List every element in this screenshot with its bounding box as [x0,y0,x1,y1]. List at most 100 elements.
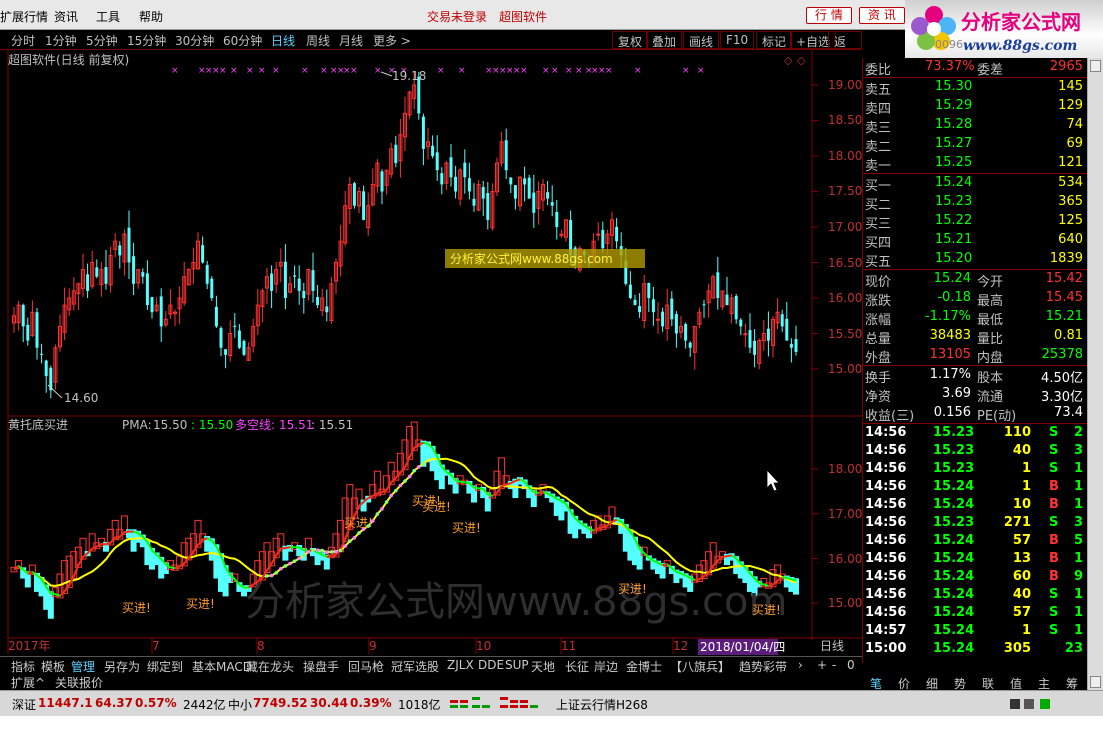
vertical-scrollbar[interactable] [1087,58,1103,690]
menu-news[interactable]: 资讯 [54,8,78,25]
signal-x-icon: × [565,66,573,76]
sell-price: 15.29 [935,98,973,113]
dk-dot [283,564,288,568]
stat-value: 15.21 [1045,309,1083,324]
scroll-up-arrow-icon[interactable] [1090,60,1101,72]
buy-level-row[interactable]: 买二 15.23 365 [863,193,1088,213]
dk-dot [375,512,380,516]
tick-price: 15.23 [933,515,975,530]
back-button[interactable]: 返回 [828,31,862,66]
candle-body-down [633,299,637,306]
menu-extended-quotes[interactable]: 扩展行情 [0,8,48,25]
restore-rights-button[interactable]: 复权 [612,31,649,49]
candle-body-down [127,227,131,263]
index-name[interactable]: 深证 [12,696,36,713]
tick-price: 15.24 [933,497,975,512]
candle-body-down [118,245,122,256]
sell-level-row[interactable]: 卖一 15.25 121 [863,154,1088,174]
chevron-right-icon[interactable]: › [798,658,803,672]
menu-help[interactable]: 帮助 [139,8,163,25]
zoom-reset-button[interactable]: 0 [847,658,855,672]
kline-chart[interactable]: × × × × × × × × × × × × ×× × × × × × × × × × × × × × × × × ×× × × × × × 超图… [0,50,862,656]
tab-zjlx[interactable]: ZJLX [447,658,474,672]
main-y-axis: 19.00 18.50 18.00 17.50 17.00 16.50 16.0… [828,78,862,376]
tab-sup[interactable]: SUP [505,658,529,672]
fund-value: 4.50亿 [1041,371,1083,386]
sell-level-label: 卖二 [865,140,892,155]
period-tab-60min[interactable]: 60分钟 [223,32,262,49]
buy-volume: 534 [1058,175,1083,190]
sell-level-row[interactable]: 卖二 15.27 69 [863,135,1088,155]
login-status[interactable]: 交易未登录 [427,8,487,25]
overlay-button[interactable]: 叠加 [646,31,683,49]
chart-area[interactable]: × × × × × × × × × × × × × × × × × × × × × × × × × × × × × × × × × × × × × 超图… [0,50,862,658]
candle-body-down [449,157,453,178]
cloud-quote[interactable]: 上证云行情H268 [556,696,648,713]
stat-label: 涨幅 [865,313,892,328]
tick-time: 14:56 [865,587,907,602]
zoom-out-button[interactable]: - [832,658,836,672]
period-tab-15min[interactable]: 15分钟 [127,32,166,49]
candle-body-down [394,144,398,164]
period-tab-fenshi[interactable]: 分时 [11,32,35,49]
draw-line-button[interactable]: 画线 [683,31,720,49]
dk-dot [306,550,311,554]
dk-dot [403,479,407,483]
mark-button[interactable]: 标记 [756,31,793,49]
candle-body-up [596,233,601,236]
candle-body-down [481,187,485,199]
candle-body-down [780,314,784,327]
candle-body-down [670,298,674,320]
period-tab-1min[interactable]: 1分钟 [45,32,77,49]
sell-level-row[interactable]: 卖三 15.28 74 [863,116,1088,136]
buy-level-row[interactable]: 买四 15.21 640 [863,231,1088,251]
pma-value: 15.50 [153,418,187,432]
fund-label: 收益(三) [865,409,915,424]
buy-level-row[interactable]: 买三 15.22 125 [863,212,1088,232]
candle-body-down [21,304,25,327]
period-tab-daily[interactable]: 日线 [271,32,295,49]
candle-body-down [104,266,108,284]
zoom-in-button[interactable]: + [817,658,827,672]
sell-volume: 129 [1058,98,1083,113]
candle-body-down [316,297,320,306]
tick-side: B [1049,569,1059,584]
logo-title: 分析家公式网 [961,10,1081,34]
dk-dot [412,468,417,473]
quote-button[interactable]: 行 情 [806,7,852,24]
signal-x-icon: × [230,66,238,76]
diamond-icon[interactable]: ◇ [784,54,793,67]
x-tick: 2017年 [8,639,51,653]
buy-level-row[interactable]: 买五 15.20 1839 [863,250,1088,270]
diamond-icon[interactable]: ◇ [797,54,806,67]
sell-level-row[interactable]: 卖五 15.30 145 [863,78,1088,98]
mid-name[interactable]: 中小 [228,696,252,713]
scroll-down-arrow-icon[interactable] [1090,676,1101,688]
period-tab-more[interactable]: 更多 > [373,32,411,49]
dk-dot [398,483,403,488]
buy-signal-label: 买进! [186,597,215,611]
tick-count: 5 [1073,533,1083,548]
f10-button[interactable]: F10 [720,31,755,49]
status-bar: 深证 11447.1 64.37 0.57% 2442亿 中小 7749.52 … [0,690,1103,716]
news-button[interactable]: 资 讯 [859,7,905,24]
related-quotes-button[interactable]: 关联报价 [55,674,103,691]
dk-dot [274,571,279,575]
signal-x-icon: × [171,66,179,76]
buy-level-row[interactable]: 买一 15.24 534 [863,174,1088,194]
fund-value: 1.17% [929,367,971,382]
expand-button[interactable]: 扩展^ [11,674,45,691]
sell-level-row[interactable]: 卖四 15.29 129 [863,97,1088,117]
period-tab-30min[interactable]: 30分钟 [175,32,214,49]
mid-percent: 0.39% [350,696,392,710]
candle-body-down [362,191,366,220]
tick-side: S [1049,515,1059,530]
candle-body-down [201,245,205,263]
tick-row: 14:56 15.23 110 S 2 [863,424,1088,442]
sell-level-label: 卖一 [865,159,892,174]
tab-dde[interactable]: DDE [478,658,504,672]
period-tab-monthly[interactable]: 月线 [339,32,363,49]
period-tab-weekly[interactable]: 周线 [306,32,330,49]
period-tab-5min[interactable]: 5分钟 [86,32,118,49]
menu-tools[interactable]: 工具 [96,8,120,25]
